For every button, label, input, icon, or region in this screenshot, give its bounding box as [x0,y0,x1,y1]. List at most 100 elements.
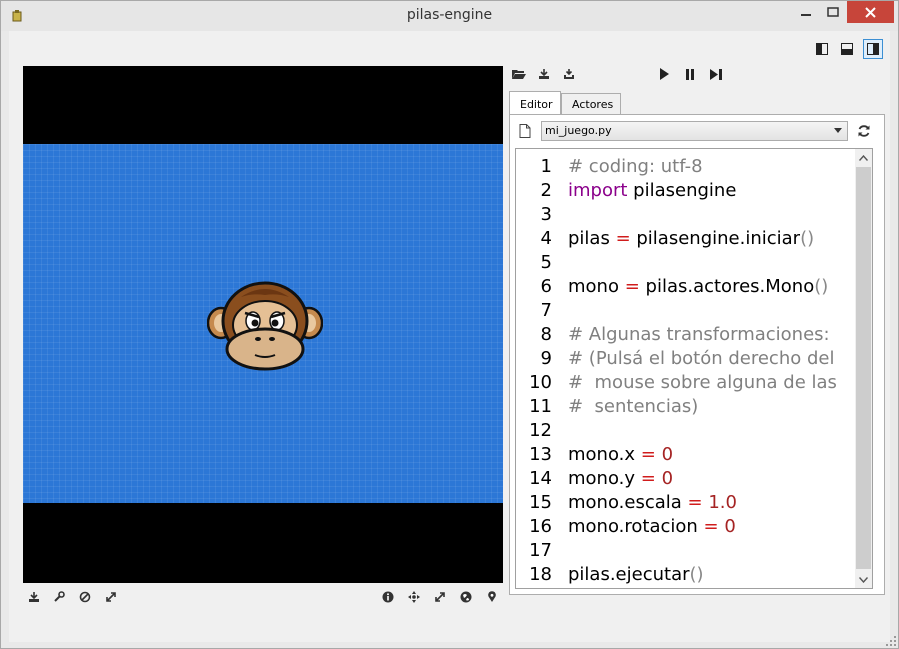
close-button[interactable] [847,1,894,23]
maximize-button[interactable] [819,1,847,23]
code-line[interactable]: 10 # mouse sobre alguna de las [516,371,856,395]
wrench-button[interactable] [50,588,68,606]
code-token: = [640,468,656,489]
code-token: = [687,492,703,513]
open-file-button[interactable] [510,65,528,83]
line-number: 8 [540,324,552,345]
chevron-down-icon [859,576,868,583]
chevron-up-icon [859,154,868,161]
game-stage[interactable] [23,144,503,503]
info-button[interactable] [379,588,397,606]
game-canvas[interactable] [23,66,503,583]
scroll-down-button[interactable] [855,571,872,588]
code-line[interactable]: 6 mono = pilas.actores.Mono() [516,275,856,299]
globe-button[interactable] [457,588,475,606]
line-number: 2 [540,180,552,201]
code-line[interactable]: 12 [516,419,856,443]
play-icon [660,68,669,80]
code-text: pilas.ejecutar() [568,563,704,587]
code-line[interactable]: 7 [516,299,856,323]
line-number: 15 [529,492,552,513]
chevron-down-icon [834,128,842,133]
code-text: mono.rotacion = 0 [568,515,736,539]
line-number: 11 [529,396,552,417]
main-area: Editor Actores mi_juego.py 1 # coding: ut… [9,31,890,642]
code-scrollbar[interactable] [855,149,872,588]
expand-icon [435,592,445,602]
code-line[interactable]: 16 mono.rotacion = 0 [516,515,856,539]
location-pin-button[interactable] [483,588,501,606]
code-line[interactable]: 9 # (Pulsá el botón derecho del [516,347,856,371]
code-line[interactable]: 15 mono.escala = 1.0 [516,491,856,515]
code-token: = [703,516,719,537]
monkey-actor[interactable] [207,279,323,371]
scroll-up-button[interactable] [855,149,872,166]
code-line[interactable]: 17 [516,539,856,563]
scroll-thumb[interactable] [856,167,871,569]
code-token: mono.x [568,444,641,465]
code-line[interactable]: 13 mono.x = 0 [516,443,856,467]
line-number: 7 [540,300,552,321]
line-number: 10 [529,372,552,393]
line-number: 16 [529,516,552,537]
code-line[interactable]: 18 pilas.ejecutar() [516,563,856,587]
code-text: mono.escala = 1.0 [568,491,737,515]
code-editor[interactable]: 1 # coding: utf-8 2 import pilasengine 3 4 pil… [515,148,873,589]
code-token: pilas [568,228,616,249]
save-screenshot-button[interactable] [25,588,43,606]
code-token: 0 [661,444,674,465]
step-button[interactable] [707,65,725,83]
layout-right-panel-button[interactable] [863,39,883,59]
save-as-button[interactable] [560,65,578,83]
code-token: 0 [661,468,674,489]
expand-button[interactable] [431,588,449,606]
info-icon [382,591,394,603]
code-token: # sentencias) [568,396,699,417]
code-line[interactable]: 14 mono.y = 0 [516,467,856,491]
save-button[interactable] [535,65,553,83]
code-line[interactable]: 11 # sentencias) [516,395,856,419]
code-line[interactable]: 4 pilas = pilasengine.iniciar() [516,227,856,251]
file-dropdown[interactable]: mi_juego.py [541,121,848,141]
layout-left-panel-button[interactable] [812,39,832,59]
pause-icon [686,68,694,80]
close-icon [865,6,876,18]
code-text: # Algunas transformaciones: [568,323,830,347]
layout-bottom-panel-button[interactable] [837,39,857,59]
fullscreen-button[interactable] [102,588,120,606]
play-button[interactable] [655,65,673,83]
save-as-icon [564,69,574,79]
app-window: pilas-engine Editor Actores mi_juego.py … [0,0,899,649]
line-number: 18 [529,564,552,585]
tab-editor[interactable]: Editor [509,91,561,114]
code-line[interactable]: 1 # coding: utf-8 [516,155,856,179]
code-text: # mouse sobre alguna de las [568,371,837,395]
code-token: 1.0 [708,492,737,513]
code-line[interactable]: 8 # Algunas transformaciones: [516,323,856,347]
code-token: # coding: utf-8 [568,156,703,177]
editor-toolbar [509,65,749,85]
code-token: mono.rotacion [568,516,704,537]
tab-actores[interactable]: Actores [561,93,621,115]
code-token: # (Pulsá el botón derecho del [568,348,835,369]
layout-left-panel-icon [816,43,828,55]
code-token: mono [568,276,625,297]
reload-icon[interactable] [856,123,872,139]
minimize-button[interactable] [791,1,821,23]
pause-button[interactable] [681,65,699,83]
line-number: 3 [540,204,552,225]
code-line[interactable]: 5 [516,251,856,275]
code-line[interactable]: 2 import pilasengine [516,179,856,203]
move-button[interactable] [405,588,423,606]
save-icon [539,69,549,79]
window-title: pilas-engine [406,7,493,23]
stop-icon [79,591,91,603]
folder-open-icon [512,70,526,79]
minimize-icon [801,14,811,16]
title-bar[interactable]: pilas-engine [1,1,898,31]
stop-button[interactable] [76,588,94,606]
resize-grip-icon[interactable] [886,636,896,646]
code-token: mono.escala [568,492,688,513]
layout-bottom-panel-icon [841,43,853,55]
code-line[interactable]: 3 [516,203,856,227]
